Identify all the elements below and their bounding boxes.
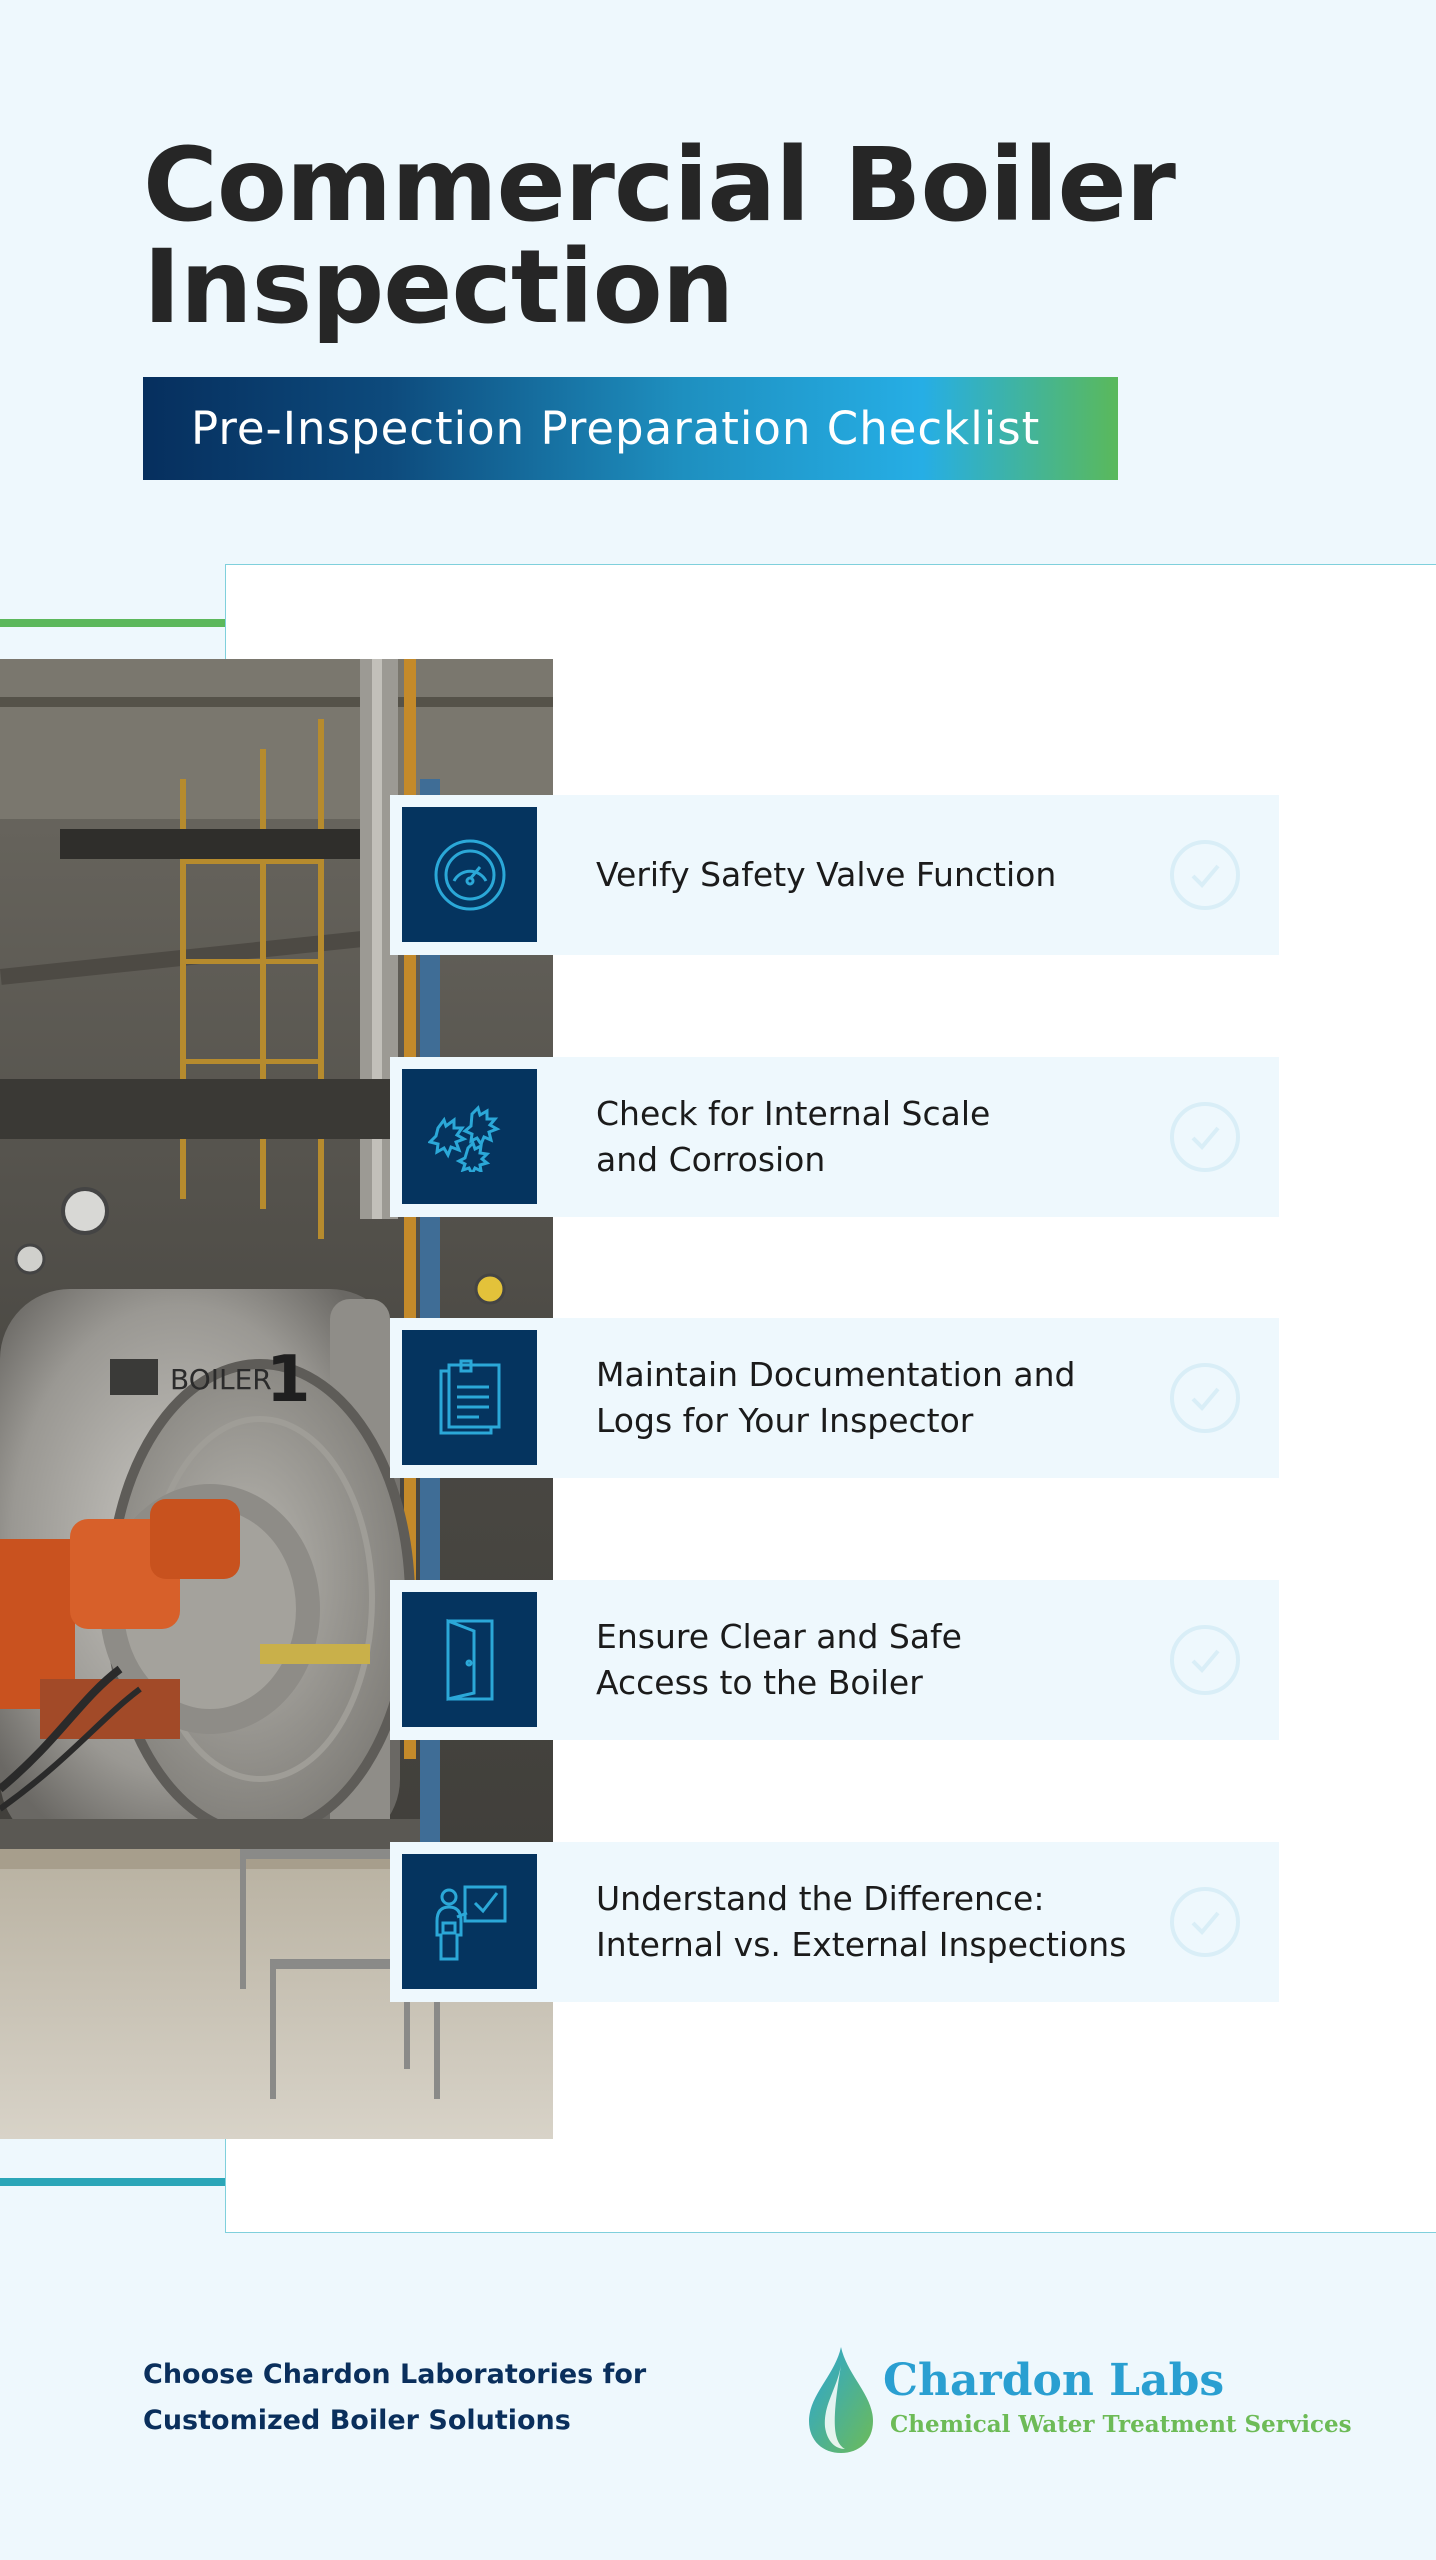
checklist-label: Ensure Clear and Safe Access to the Boil… <box>596 1617 962 1702</box>
checklist-item: Check for Internal Scale and Corrosion <box>390 1057 1279 1217</box>
check-circle-icon[interactable] <box>1169 1362 1241 1434</box>
chardon-labs-logo[interactable]: Chardon Labs Chemical Water Treatment Se… <box>805 2345 1352 2455</box>
page-title: Commercial Boiler Inspection <box>143 126 1176 347</box>
check-circle-icon[interactable] <box>1169 839 1241 911</box>
boiler-label: BOILER <box>170 1363 272 1396</box>
presenter-board-icon <box>402 1854 537 1989</box>
logo-tagline: Chemical Water Treatment Services <box>890 2411 1352 2438</box>
scale-corrosion-icon <box>402 1069 537 1204</box>
accent-line-teal <box>0 2178 225 2186</box>
check-circle-icon[interactable] <box>1169 1886 1241 1958</box>
open-door-icon <box>402 1592 537 1727</box>
subtitle-text: Pre-Inspection Preparation Checklist <box>191 402 1041 455</box>
checklist-item: Understand the Difference: Internal vs. … <box>390 1842 1279 2002</box>
water-drop-icon <box>809 2347 873 2453</box>
subtitle-banner: Pre-Inspection Preparation Checklist <box>143 377 1118 480</box>
logo-name: Chardon Labs <box>883 2355 1225 2406</box>
checklist-label: Understand the Difference: Internal vs. … <box>596 1879 1127 1964</box>
footer-tagline: Choose Chardon Laboratories for Customiz… <box>143 2359 647 2436</box>
check-circle-icon[interactable] <box>1169 1624 1241 1696</box>
checklist-item: Maintain Documentation and Logs for Your… <box>390 1318 1279 1478</box>
checklist-label: Check for Internal Scale and Corrosion <box>596 1094 991 1179</box>
gauge-icon <box>402 807 537 942</box>
checklist-item: Verify Safety Valve Function <box>390 795 1279 955</box>
boiler-number: 1 <box>266 1343 311 1417</box>
accent-line-green <box>0 619 225 627</box>
checklist-label: Verify Safety Valve Function <box>596 855 1057 894</box>
clipboard-document-icon <box>402 1330 537 1465</box>
check-circle-icon[interactable] <box>1169 1101 1241 1173</box>
checklist-label: Maintain Documentation and Logs for Your… <box>596 1355 1076 1440</box>
checklist-item: Ensure Clear and Safe Access to the Boil… <box>390 1580 1279 1740</box>
